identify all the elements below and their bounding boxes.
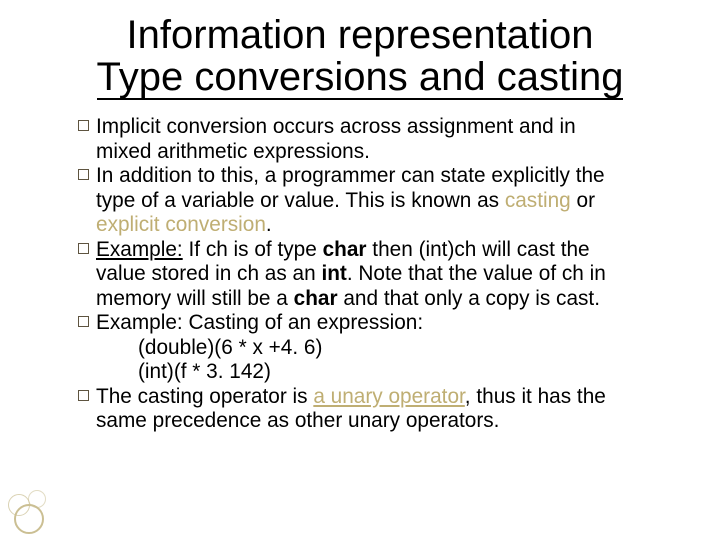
accent-unary: a unary operator — [313, 385, 464, 408]
text: In addition to this, a programmer can st… — [96, 164, 605, 187]
text: type of a variable or value. This is kno… — [96, 189, 505, 212]
text: , thus it has the — [465, 385, 606, 408]
text: value stored in ch as an — [96, 262, 321, 285]
text: Example: Casting of an expression: — [96, 311, 423, 334]
text: . Note that the value of ch in — [347, 262, 606, 285]
kw-int: int — [321, 262, 346, 285]
bullet-3: Example: If ch is of type char then (int… — [78, 238, 664, 312]
example-label: Example: — [96, 238, 183, 261]
kw-char: char — [323, 238, 367, 261]
accent-casting: casting — [505, 189, 571, 212]
text: If ch is of type — [183, 238, 323, 261]
bullet-1: Implicit conversion occurs across assign… — [78, 115, 664, 164]
slide: Information representation Type conversi… — [0, 0, 720, 540]
text: then — [367, 238, 419, 261]
title-line-2: Type conversions and casting — [0, 56, 720, 100]
body-text: Implicit conversion occurs across assign… — [78, 115, 664, 434]
text: mixed arithmetic expressions. — [96, 140, 370, 163]
title-block: Information representation Type conversi… — [0, 14, 720, 100]
text: will cast the — [476, 238, 589, 261]
kw-char-2: char — [294, 287, 338, 310]
bullet-5: The casting operator is a unary operator… — [78, 385, 664, 434]
bullet-4-code-2: (int)(f * 3. 142) — [78, 360, 664, 385]
text: The casting operator is — [96, 385, 313, 408]
text: Implicit conversion occurs across assign… — [96, 115, 576, 138]
text: and that only a copy is cast. — [338, 287, 600, 310]
text: . — [266, 213, 272, 236]
code-intch: (int)ch — [419, 238, 477, 261]
corner-rings-icon — [8, 490, 50, 532]
title-line-1: Information representation — [0, 14, 720, 56]
text: same precedence as other unary operators… — [96, 409, 499, 432]
code-line: (int)(f * 3. 142) — [138, 360, 271, 383]
title-underline: Type conversions and casting — [97, 56, 624, 100]
bullet-4: Example: Casting of an expression: — [78, 311, 664, 336]
accent-explicit: explicit conversion — [96, 213, 266, 236]
bullet-2: In addition to this, a programmer can st… — [78, 164, 664, 238]
text: memory will still be a — [96, 287, 294, 310]
text: or — [571, 189, 595, 212]
bullet-4-code-1: (double)(6 * x +4. 6) — [78, 336, 664, 361]
code-line: (double)(6 * x +4. 6) — [138, 336, 322, 359]
